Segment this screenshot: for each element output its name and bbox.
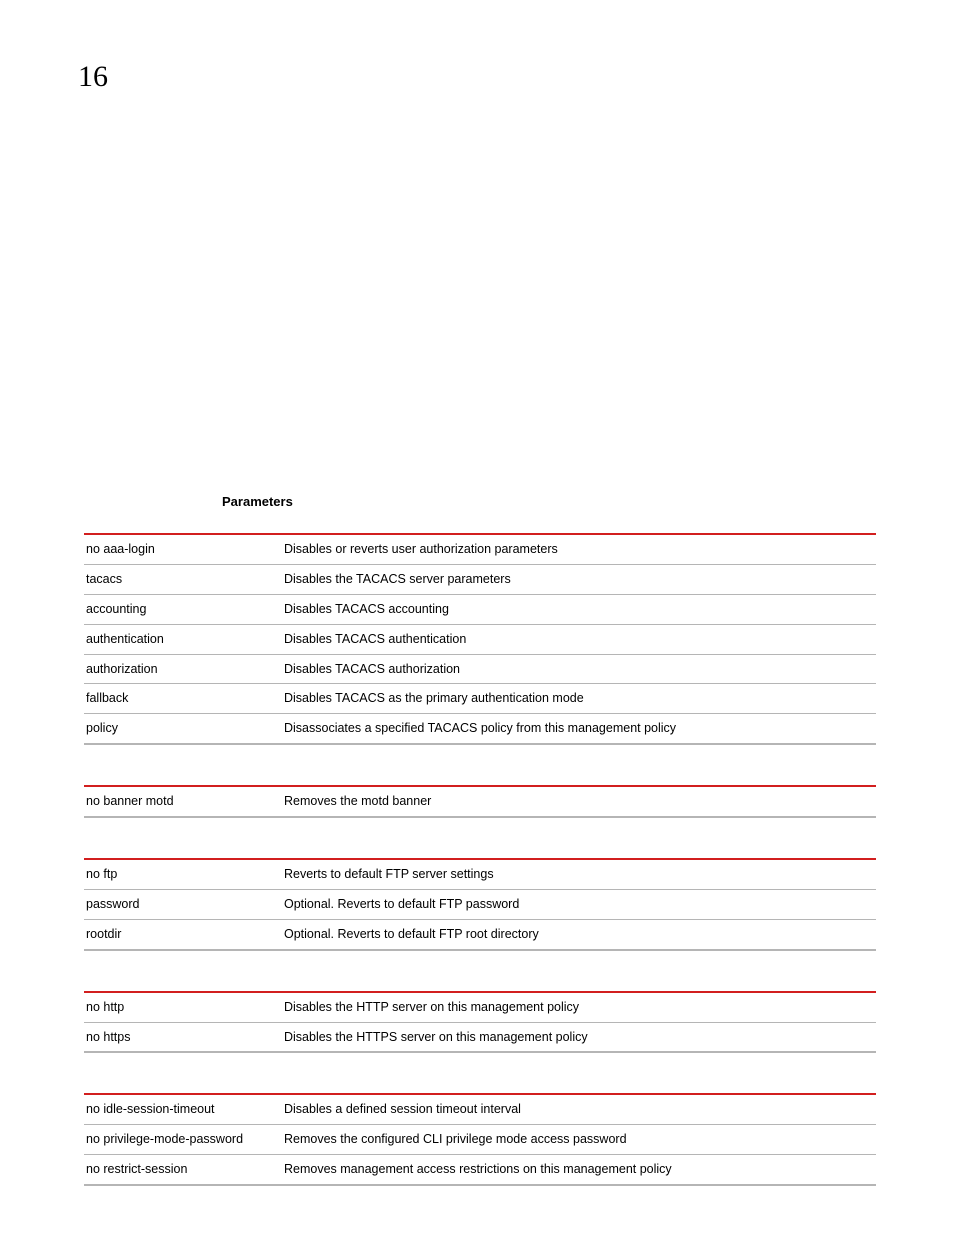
param-desc: Optional. Reverts to default FTP passwor…: [282, 889, 876, 919]
table-row: no restrict-sessionRemoves management ac…: [84, 1155, 876, 1185]
param-desc: Disassociates a specified TACACS policy …: [282, 714, 876, 744]
table-row: policyDisassociates a specified TACACS p…: [84, 714, 876, 744]
table-row: no httpsDisables the HTTPS server on thi…: [84, 1022, 876, 1052]
param-desc: Disables TACACS as the primary authentic…: [282, 684, 876, 714]
param-table: no ftpReverts to default FTP server sett…: [84, 858, 876, 951]
param-table: no httpDisables the HTTP server on this …: [84, 991, 876, 1054]
param-name: no https: [84, 1022, 282, 1052]
param-name: rootdir: [84, 919, 282, 949]
param-name: accounting: [84, 594, 282, 624]
param-desc: Disables a defined session timeout inter…: [282, 1094, 876, 1124]
param-desc: Removes management access restrictions o…: [282, 1155, 876, 1185]
table-row: no aaa-loginDisables or reverts user aut…: [84, 534, 876, 564]
table-row: no httpDisables the HTTP server on this …: [84, 992, 876, 1022]
table-row: fallbackDisables TACACS as the primary a…: [84, 684, 876, 714]
param-desc: Removes the configured CLI privilege mod…: [282, 1125, 876, 1155]
table-row: authenticationDisables TACACS authentica…: [84, 624, 876, 654]
param-name: tacacs: [84, 564, 282, 594]
param-desc: Disables TACACS authentication: [282, 624, 876, 654]
table-row: no privilege-mode-passwordRemoves the co…: [84, 1125, 876, 1155]
param-name: no restrict-session: [84, 1155, 282, 1185]
param-name: no privilege-mode-password: [84, 1125, 282, 1155]
param-name: authentication: [84, 624, 282, 654]
param-name: no ftp: [84, 859, 282, 889]
chapter-number: 16: [78, 60, 876, 94]
param-name: authorization: [84, 654, 282, 684]
param-name: policy: [84, 714, 282, 744]
param-desc: Disables TACACS accounting: [282, 594, 876, 624]
page: 16 Parameters no aaa-loginDisables or re…: [0, 0, 954, 1235]
param-desc: Disables TACACS authorization: [282, 654, 876, 684]
param-name: fallback: [84, 684, 282, 714]
param-table-group: no httpDisables the HTTP server on this …: [84, 991, 876, 1054]
table-row: no ftpReverts to default FTP server sett…: [84, 859, 876, 889]
table-row: passwordOptional. Reverts to default FTP…: [84, 889, 876, 919]
table-row: authorizationDisables TACACS authorizati…: [84, 654, 876, 684]
param-table-group: no banner motdRemoves the motd banner: [84, 785, 876, 818]
param-desc: Disables or reverts user authorization p…: [282, 534, 876, 564]
param-desc: Removes the motd banner: [282, 786, 876, 817]
param-name: password: [84, 889, 282, 919]
param-name: no aaa-login: [84, 534, 282, 564]
param-table: no aaa-loginDisables or reverts user aut…: [84, 533, 876, 745]
table-row: no idle-session-timeoutDisables a define…: [84, 1094, 876, 1124]
tables-host: no aaa-loginDisables or reverts user aut…: [78, 533, 876, 1186]
param-desc: Optional. Reverts to default FTP root di…: [282, 919, 876, 949]
param-desc: Disables the HTTPS server on this manage…: [282, 1022, 876, 1052]
param-table-group: no aaa-loginDisables or reverts user aut…: [84, 533, 876, 745]
param-desc: Disables the HTTP server on this managem…: [282, 992, 876, 1022]
param-table-group: no idle-session-timeoutDisables a define…: [84, 1093, 876, 1186]
param-desc: Reverts to default FTP server settings: [282, 859, 876, 889]
table-row: rootdirOptional. Reverts to default FTP …: [84, 919, 876, 949]
param-table: no banner motdRemoves the motd banner: [84, 785, 876, 818]
table-row: accountingDisables TACACS accounting: [84, 594, 876, 624]
table-row: tacacsDisables the TACACS server paramet…: [84, 564, 876, 594]
param-desc: Disables the TACACS server parameters: [282, 564, 876, 594]
section-heading-parameters: Parameters: [222, 494, 876, 509]
param-name: no http: [84, 992, 282, 1022]
param-name: no banner motd: [84, 786, 282, 817]
param-name: no idle-session-timeout: [84, 1094, 282, 1124]
param-table: no idle-session-timeoutDisables a define…: [84, 1093, 876, 1186]
param-table-group: no ftpReverts to default FTP server sett…: [84, 858, 876, 951]
table-row: no banner motdRemoves the motd banner: [84, 786, 876, 817]
